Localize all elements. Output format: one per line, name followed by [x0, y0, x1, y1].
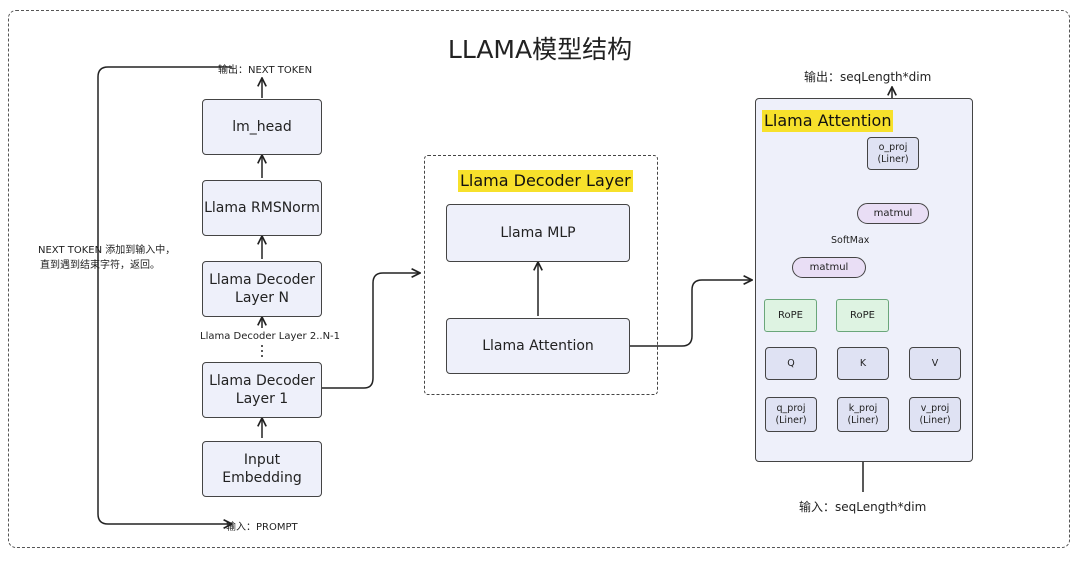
decoder-layer-n-box: Llama Decoder Layer N [202, 261, 322, 317]
input-prompt-label: 输入：PROMPT [226, 522, 298, 533]
k-proj-line2: (Liner) [847, 414, 879, 426]
diagram-canvas: LLAMA模型结构 输出：NEXT TOKEN 输入：PROMPT NEXT T… [0, 0, 1080, 565]
matmul-top-label: matmul [873, 208, 913, 219]
input-embedding-label: Input Embedding [222, 452, 302, 486]
rmsnorm-box: Llama RMSNorm [202, 180, 322, 236]
attention-input-label: 输入：seqLength*dim [799, 500, 927, 514]
lm-head-label: lm_head [232, 119, 292, 135]
v-box: V [909, 347, 961, 380]
k-proj-box: k_proj (Liner) [837, 397, 889, 432]
decoder-middle-label: Llama Decoder Layer 2..N-1 [200, 331, 341, 342]
softmax-label: SoftMax [831, 235, 870, 246]
decoder-n-line1: Llama Decoder [209, 272, 315, 288]
q-proj-line1: q_proj [776, 402, 806, 414]
input-embedding-box: Input Embedding [202, 441, 322, 497]
rope-right-box: RoPE [836, 299, 889, 332]
v-label: V [931, 357, 939, 369]
lm-head-box: lm_head [202, 99, 322, 155]
q-box: Q [765, 347, 817, 380]
k-label: K [859, 357, 867, 369]
decoder-1-line1: Llama Decoder [209, 373, 315, 389]
q-proj-box: q_proj (Liner) [765, 397, 817, 432]
matmul-top: matmul [857, 203, 929, 224]
o-proj-box: o_proj (Liner) [867, 137, 919, 170]
v-proj-box: v_proj (Liner) [909, 397, 961, 432]
llama-mlp-label: Llama MLP [500, 225, 576, 241]
q-proj-line2: (Liner) [775, 414, 807, 426]
output-next-token-label: 输出：NEXT TOKEN [218, 65, 313, 76]
attention-output-label: 输出：seqLength*dim [804, 70, 932, 84]
matmul-bottom-label: matmul [809, 262, 849, 273]
rope-left-label: RoPE [778, 310, 803, 321]
k-proj-line1: k_proj [848, 402, 878, 414]
llama-mlp-box: Llama MLP [446, 204, 630, 262]
v-proj-line1: v_proj [920, 402, 950, 414]
decoder-n-line2: Layer N [235, 290, 289, 306]
decoder-1-line2: Layer 1 [235, 391, 289, 407]
rope-left-box: RoPE [764, 299, 817, 332]
matmul-bottom: matmul [792, 257, 866, 278]
rmsnorm-label: Llama RMSNorm [204, 200, 320, 216]
o-proj-line1: o_proj [878, 141, 908, 153]
v-proj-line2: (Liner) [919, 414, 951, 426]
o-proj-line2: (Liner) [877, 153, 909, 165]
attention-panel-title: Llama Attention [762, 110, 894, 132]
decoder-layer-title: Llama Decoder Layer [458, 170, 633, 192]
llama-attention-box: Llama Attention [446, 318, 630, 374]
loop-note-line2: 直到遇到结束字符，返回。 [40, 260, 160, 271]
decoder-layer-1-box: Llama Decoder Layer 1 [202, 362, 322, 418]
q-label: Q [787, 357, 795, 369]
rope-right-label: RoPE [850, 310, 875, 321]
loop-note-line1: NEXT TOKEN 添加到输入中， [38, 245, 176, 256]
k-box: K [837, 347, 889, 380]
llama-attention-label: Llama Attention [482, 338, 594, 354]
